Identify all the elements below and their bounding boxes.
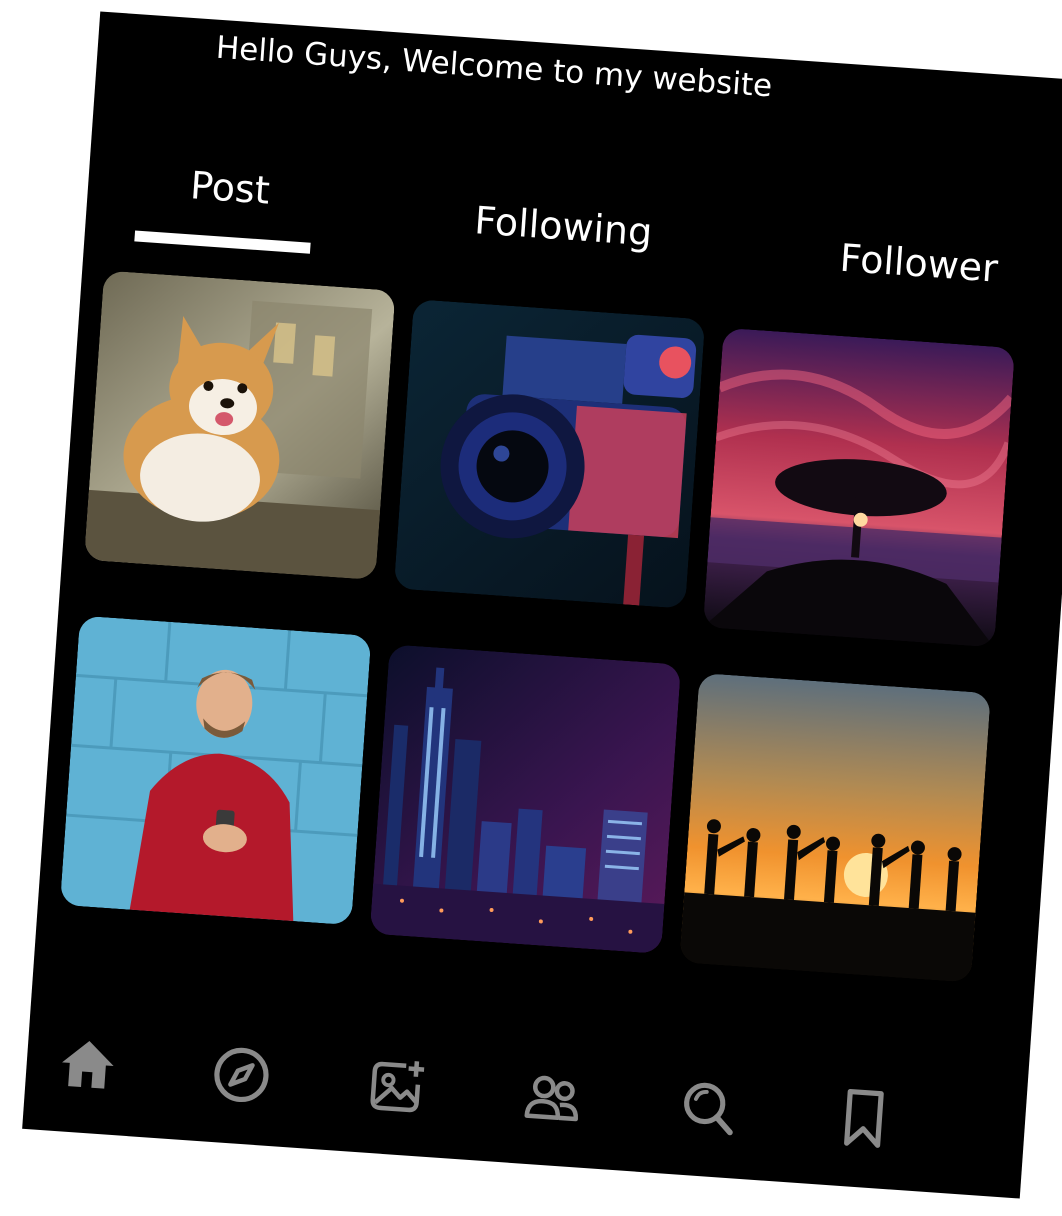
nav-home[interactable] [53, 1029, 123, 1099]
nav-people[interactable] [517, 1061, 587, 1131]
post-image-corgi[interactable] [84, 270, 396, 581]
tab-follower[interactable]: Follower [838, 236, 999, 291]
post-image-camera[interactable] [393, 299, 706, 609]
search-icon [684, 1082, 733, 1136]
nav-bookmark[interactable] [829, 1083, 899, 1153]
add-photo-icon [370, 1061, 425, 1113]
camera-illustration [393, 299, 706, 609]
nav-search[interactable] [673, 1072, 743, 1142]
post-image-silhouettes[interactable] [679, 672, 991, 983]
app-screen: Hello Guys, Welcome to my website Post F… [22, 11, 1062, 1199]
corgi-illustration [84, 270, 396, 581]
man-illustration [59, 615, 372, 926]
tree-sunset-illustration [702, 327, 1016, 648]
tab-post[interactable]: Post [189, 163, 271, 212]
bookmark-icon [844, 1089, 884, 1148]
nav-explore[interactable] [206, 1040, 276, 1110]
home-icon [62, 1040, 114, 1089]
active-tab-indicator [134, 230, 311, 254]
bottom-navigation [24, 1009, 1029, 1179]
tab-following[interactable]: Following [473, 198, 654, 254]
welcome-text: Hello Guys, Welcome to my website [214, 29, 774, 105]
people-icon [524, 1075, 578, 1122]
stage: Hello Guys, Welcome to my website Post F… [0, 0, 1062, 1216]
post-image-tree-sunset[interactable] [702, 327, 1016, 648]
post-image-man[interactable] [59, 615, 372, 926]
silhouettes-illustration [679, 672, 991, 983]
compass-icon [214, 1047, 269, 1103]
city-illustration [369, 644, 682, 954]
nav-add-photo[interactable] [362, 1051, 432, 1121]
post-image-city[interactable] [369, 644, 682, 954]
